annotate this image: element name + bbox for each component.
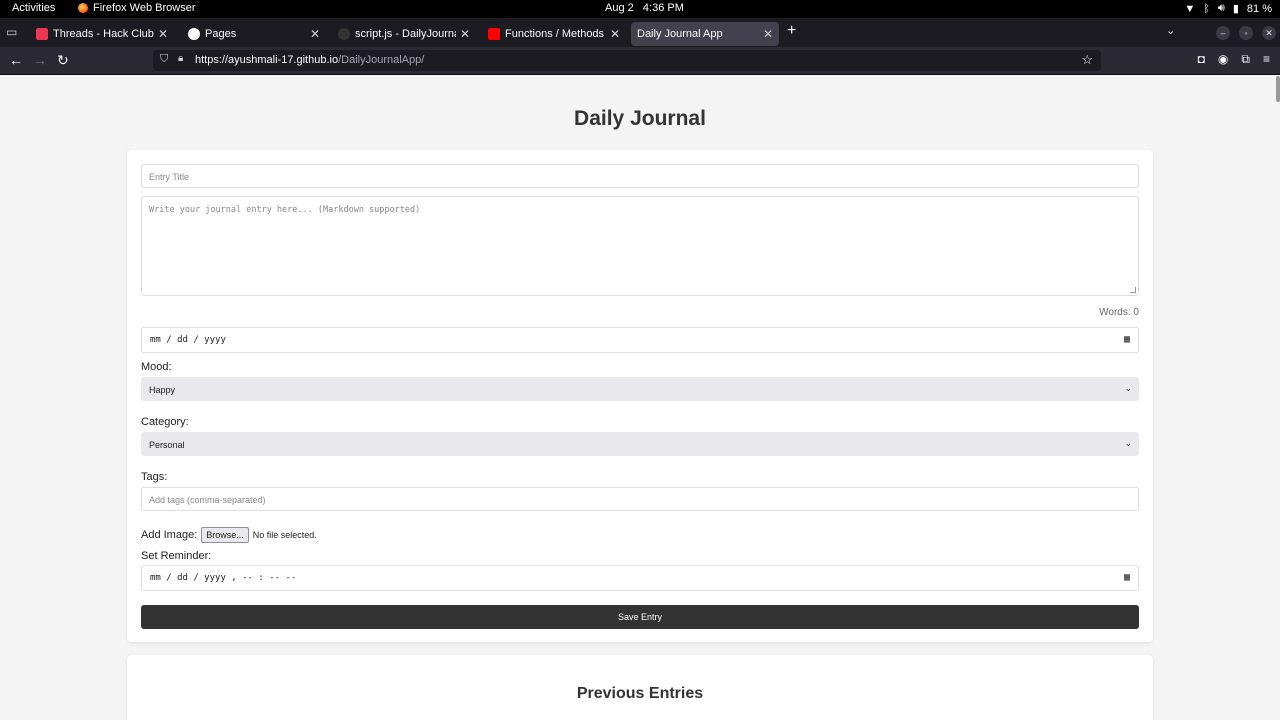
reload-icon[interactable]: ↻ (57, 52, 69, 69)
tags-label: Tags: (141, 471, 168, 483)
mood-value: Happy (149, 385, 176, 395)
github-icon (188, 28, 200, 40)
mood-label: Mood: (141, 361, 172, 373)
system-tray[interactable]: ▼ ᛒ 🔊︎ ▮ 81 % (1184, 2, 1272, 15)
chevron-down-icon: ⌄ (1124, 383, 1132, 393)
url-text[interactable]: https://ayushmali-17.github.io/DailyJour… (195, 54, 424, 66)
app-menu[interactable]: Firefox Web Browser (78, 2, 196, 14)
system-top-bar: Activities Firefox Web Browser Aug 2 4:3… (0, 0, 1280, 18)
battery-icon: ▮ (1232, 3, 1239, 15)
page-title: Daily Journal (574, 107, 706, 130)
extensions-icon[interactable]: ⧉ (1241, 52, 1250, 67)
activities-button[interactable]: Activities (12, 2, 55, 14)
forward-icon[interactable]: → (33, 52, 47, 68)
reminder-datetime-input[interactable]: mm / dd / yyyy , -- : -- -- ▦ (141, 565, 1139, 591)
clock-time: 4:36 PM (642, 2, 684, 14)
close-tab-icon[interactable]: ✕ (460, 27, 470, 41)
wifi-icon: ▼ (1184, 2, 1196, 15)
tags-input[interactable]: Add tags (comma-separated) (141, 487, 1139, 511)
page-content: Daily Journal Entry Title Write your jou… (0, 76, 1280, 720)
tab-label: Daily Journal App (637, 28, 723, 40)
entry-date-input[interactable]: mm / dd / yyyy ▦ (141, 327, 1139, 353)
github-icon (338, 28, 350, 40)
reminder-label: Set Reminder: (141, 550, 212, 562)
chevron-down-icon: ⌄ (1124, 438, 1132, 448)
volume-icon: 🔊︎ (1217, 2, 1225, 14)
calendar-icon[interactable]: ▦ (1124, 334, 1130, 345)
reminder-placeholder: mm / dd / yyyy , -- : -- -- (150, 573, 297, 583)
lock-icon[interactable]: 🔒︎ (178, 53, 183, 64)
clock-date: Aug 2 (605, 2, 634, 14)
youtube-icon (488, 28, 500, 40)
bluetooth-icon: ᛒ (1203, 2, 1210, 15)
menu-icon[interactable]: ≡ (1263, 52, 1270, 67)
tracking-protection-icon[interactable]: ⛉ (160, 53, 168, 66)
resize-handle[interactable] (1130, 287, 1136, 293)
entry-content-textarea[interactable]: Write your journal entry here... (Markdo… (141, 196, 1139, 296)
tab-label: Pages (205, 28, 237, 40)
tab-functions-methods[interactable]: Functions / Methods in Ja ✕ (482, 22, 626, 46)
bookmark-star-icon[interactable]: ☆ (1081, 52, 1093, 68)
category-select[interactable]: Personal ⌄ (141, 432, 1139, 456)
image-upload-row: Add Image: Browse... No file selected. (141, 527, 317, 543)
save-entry-button[interactable]: Save Entry (141, 605, 1139, 629)
app-name: Firefox Web Browser (93, 2, 196, 14)
minimize-icon[interactable]: – (1216, 26, 1230, 40)
clock[interactable]: Aug 2 4:36 PM (605, 2, 684, 14)
firefox-view-icon[interactable]: ▭ (6, 25, 20, 39)
page-scrollbar[interactable] (1276, 76, 1280, 102)
close-tab-icon[interactable]: ✕ (610, 27, 620, 41)
calendar-icon[interactable]: ▦ (1124, 572, 1130, 583)
list-all-tabs-icon[interactable]: ⌄ (1166, 24, 1175, 37)
url-path: /DailyJournalApp/ (338, 54, 425, 66)
battery-percent: 81 % (1246, 2, 1272, 15)
close-tab-icon[interactable]: ✕ (310, 27, 320, 41)
date-placeholder: mm / dd / yyyy (150, 335, 226, 345)
previous-entries-card: Previous Entries (127, 655, 1153, 720)
entry-content-placeholder: Write your journal entry here... (Markdo… (149, 205, 421, 215)
hackclub-favicon-icon (36, 28, 48, 40)
close-window-icon[interactable]: ✕ (1262, 26, 1276, 40)
tab-label: script.js - DailyJournalApp (355, 28, 456, 40)
url-bar[interactable]: ⛉ 🔒︎ https://ayushmali-17.github.io/Dail… (153, 50, 1101, 71)
close-tab-icon[interactable]: ✕ (763, 27, 773, 41)
account-icon[interactable]: ◉ (1218, 52, 1228, 67)
tab-label: Functions / Methods in Ja (505, 28, 606, 40)
entry-form-card: Entry Title Write your journal entry her… (127, 150, 1153, 642)
back-icon[interactable]: ← (9, 52, 23, 68)
category-value: Personal (149, 440, 185, 450)
tab-threads[interactable]: Threads - Hack Club - 4 ne ✕ (30, 22, 174, 46)
image-label: Add Image: (141, 529, 198, 541)
mood-select[interactable]: Happy ⌄ (141, 377, 1139, 401)
close-tab-icon[interactable]: ✕ (158, 27, 168, 41)
tab-pages[interactable]: Pages ✕ (182, 22, 326, 46)
previous-entries-title: Previous Entries (576, 685, 704, 702)
maximize-icon[interactable]: ◦ (1239, 26, 1253, 40)
no-file-text: No file selected. (252, 530, 317, 540)
tab-strip: ▭ Threads - Hack Club - 4 ne ✕ Pages ✕ s… (0, 18, 1280, 47)
category-label: Category: (141, 416, 189, 428)
tab-label: Threads - Hack Club - 4 ne (53, 28, 154, 40)
entry-title-input[interactable]: Entry Title (141, 164, 1139, 188)
url-host: https://ayushmali-17.github.io (195, 54, 339, 66)
toolbar-icons: ◘ ◉ ⧉ ≡ (1198, 52, 1270, 67)
tab-daily-journal[interactable]: Daily Journal App ✕ (631, 22, 779, 46)
navigation-toolbar: ← → ↻ ⛉ 🔒︎ https://ayushmali-17.github.i… (0, 47, 1280, 75)
new-tab-icon[interactable]: + (787, 22, 796, 40)
word-count: Words: 0 (1099, 307, 1139, 318)
firefox-icon (78, 3, 88, 13)
browse-button[interactable]: Browse... (201, 527, 249, 543)
pocket-icon[interactable]: ◘ (1198, 52, 1205, 67)
tab-script-js[interactable]: script.js - DailyJournalApp ✕ (332, 22, 476, 46)
